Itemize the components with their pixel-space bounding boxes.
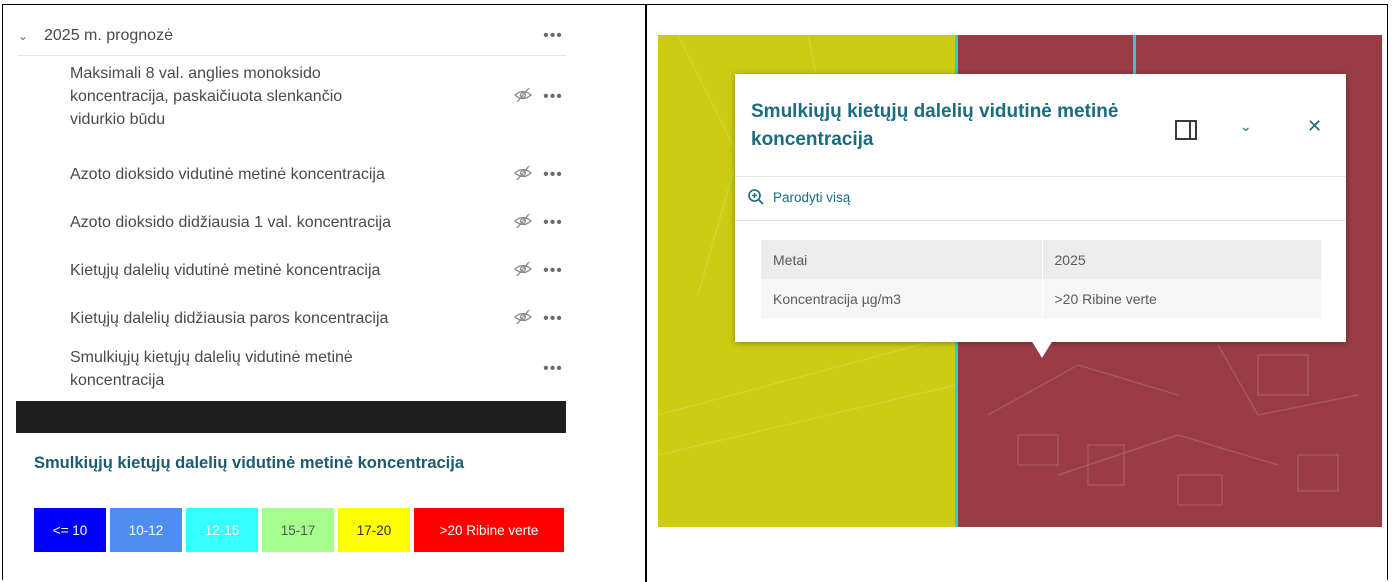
legend-class: 17-20 [338, 508, 410, 552]
attribute-value: >20 Ribine verte [1042, 279, 1321, 318]
legend-class: 15-17 [262, 508, 334, 552]
popup-divider [735, 220, 1346, 221]
layer-item[interactable]: Azoto dioksido vidutinė metinė koncentra… [70, 163, 566, 186]
more-options-icon[interactable]: ••• [540, 214, 566, 232]
table-column-divider [645, 4, 647, 582]
popup-title: Smulkiųjų kietųjų dalelių vidutinė metin… [751, 101, 1119, 150]
layer-item[interactable]: Kietųjų dalelių didžiausia paros koncent… [70, 307, 566, 330]
legend-scale: <= 10 10-12 12-15 15-17 17-20 >20 Ribine vert… [34, 508, 564, 552]
visibility-off-icon-glyph [514, 165, 532, 180]
chevron-down-icon[interactable]: ⌄ [18, 29, 38, 43]
chevron-down-icon[interactable]: ⌄ [1240, 118, 1252, 135]
visibility-off-icon[interactable] [506, 261, 540, 281]
layer-item-label: Smulkiųjų kietųjų dalelių vidutinė metin… [70, 346, 506, 392]
visibility-off-icon[interactable] [506, 165, 540, 185]
layer-item[interactable]: Maksimali 8 val. anglies monoksido koncen… [70, 62, 566, 131]
layer-item-label: Kietųjų dalelių vidutinė metinė koncentr… [70, 259, 506, 282]
layer-item-label-line: Azoto dioksido didžiausia 1 val. koncent… [70, 214, 392, 231]
legend-class: >20 Ribine verte [414, 508, 564, 552]
attribute-key: Koncentracija µg/m3 [761, 279, 1043, 318]
attribute-table: Metai 2025 Koncentracija µg/m3 >20 Ribine v… [761, 240, 1321, 318]
popup-divider [735, 176, 1346, 177]
layer-item-label: Azoto dioksido vidutinė metinė koncentra… [70, 163, 506, 186]
legend-class: 10-12 [110, 508, 182, 552]
dock-icon[interactable] [1175, 120, 1197, 140]
layer-item-label-line: koncentracija [70, 372, 165, 389]
more-options-icon[interactable]: ••• [540, 360, 566, 378]
layer-list-footer-bar [16, 401, 566, 433]
zoom-to-label: Parodyti visą [773, 189, 851, 205]
visibility-off-icon[interactable] [506, 309, 540, 329]
layer-item-label-line: Kietųjų dalelių didžiausia paros koncent… [70, 310, 389, 327]
visibility-off-icon[interactable] [506, 87, 540, 107]
layer-list-panel: ⌄ 2025 m. prognozė ••• Maksimali 8 val. … [4, 6, 642, 580]
layer-group-title: 2025 m. prognozė [44, 26, 173, 44]
layer-item-label-line: Smulkiųjų kietųjų dalelių vidutinė metin… [70, 349, 353, 366]
more-options-icon[interactable]: ••• [540, 310, 566, 328]
more-options-icon[interactable]: ••• [540, 166, 566, 184]
popup-pointer [1031, 340, 1053, 358]
layer-item[interactable]: Smulkiųjų kietųjų dalelių vidutinė metin… [70, 346, 566, 392]
layer-item-label: Maksimali 8 val. anglies monoksido koncen… [70, 62, 506, 131]
zoom-to-button[interactable]: Parodyti visą [747, 188, 850, 206]
layer-item-label-line: Azoto dioksido vidutinė metinė koncentra… [70, 166, 385, 183]
attribute-row: Metai 2025 [761, 240, 1321, 279]
visibility-off-icon-glyph [514, 87, 532, 102]
more-options-icon[interactable]: ••• [540, 88, 566, 106]
attribute-row: Koncentracija µg/m3 >20 Ribine verte [761, 279, 1321, 318]
layer-item-label-line: Maksimali 8 val. anglies monoksido [70, 65, 321, 82]
visibility-off-icon-glyph [514, 213, 532, 228]
legend-title: Smulkiųjų kietųjų dalelių vidutinė metin… [34, 454, 465, 472]
feature-popup: Smulkiųjų kietųjų dalelių vidutinė metin… [735, 74, 1346, 342]
attribute-key: Metai [761, 240, 1043, 279]
visibility-off-icon-glyph [514, 261, 532, 276]
legend-class: 12-15 [186, 508, 258, 552]
close-icon[interactable]: ✕ [1307, 116, 1322, 137]
layer-item-label-line: vidurkio būdu [70, 111, 166, 128]
layer-item[interactable]: Azoto dioksido didžiausia 1 val. koncent… [70, 211, 566, 234]
layer-item-label-line: koncentracija, paskaičiuota slenkančio [70, 88, 343, 105]
more-options-icon[interactable]: ••• [540, 27, 566, 45]
layer-item[interactable]: Kietųjų dalelių vidutinė metinė koncentr… [70, 259, 566, 282]
attribute-value: 2025 [1042, 240, 1321, 279]
more-options-icon[interactable]: ••• [540, 262, 566, 280]
layer-item-label: Kietųjų dalelių didžiausia paros koncent… [70, 307, 506, 330]
layer-item-label: Azoto dioksido didžiausia 1 val. koncent… [70, 211, 506, 234]
legend-class: <= 10 [34, 508, 106, 552]
zoom-in-icon [748, 189, 764, 205]
layer-item-label-line: Kietųjų dalelių vidutinė metinė koncentr… [70, 262, 381, 279]
layer-group-header[interactable]: ⌄ 2025 m. prognozė ••• [18, 16, 566, 56]
visibility-off-icon[interactable] [506, 213, 540, 233]
visibility-off-icon-glyph [514, 309, 532, 324]
